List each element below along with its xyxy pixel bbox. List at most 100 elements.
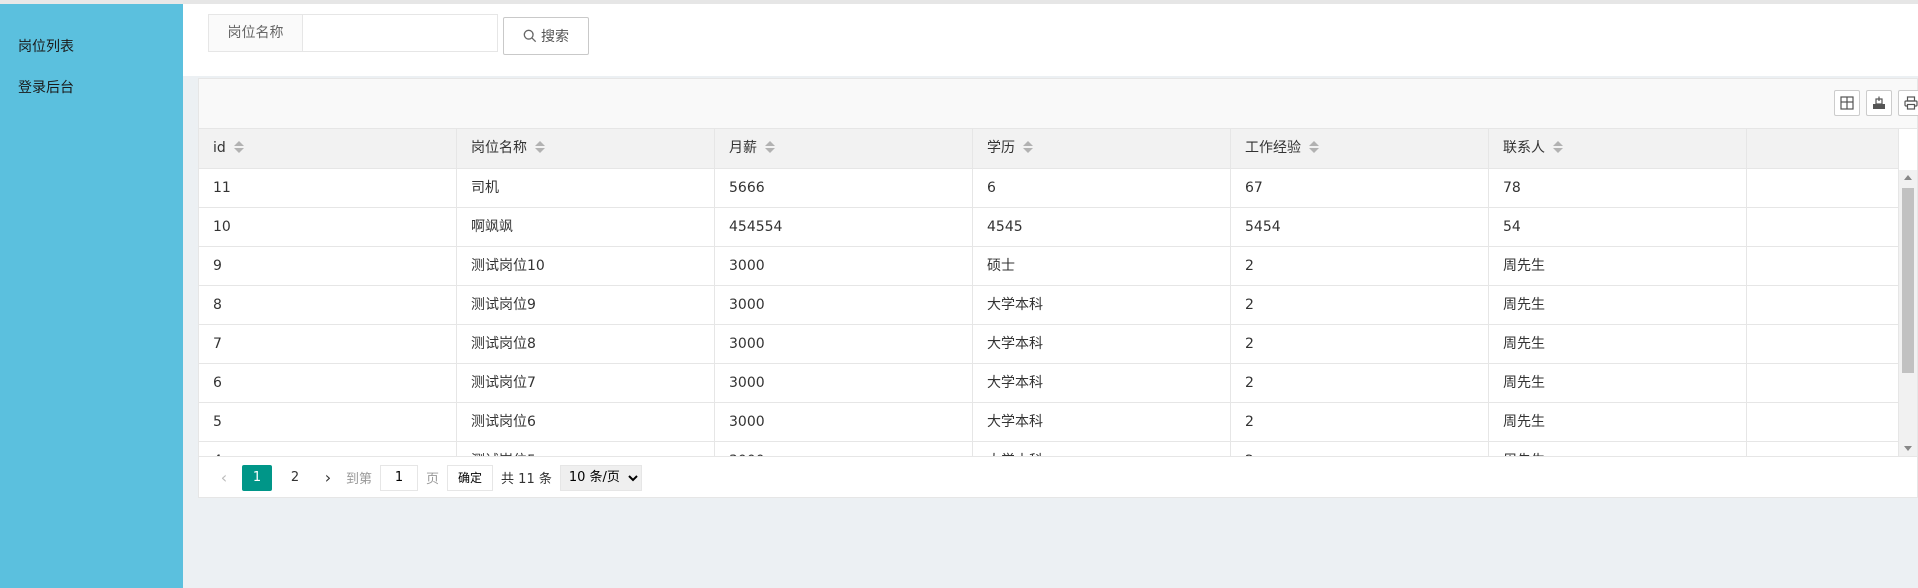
table-scrollbar[interactable] xyxy=(1899,170,1917,456)
page-button-1[interactable]: 1 xyxy=(242,464,272,491)
cell-empty xyxy=(1747,286,1899,324)
cell-experience: 2 xyxy=(1231,403,1489,441)
table-row[interactable]: 9 测试岗位10 3000 硕士 2 周先生 xyxy=(199,247,1899,286)
cell-job-name: 司机 xyxy=(457,169,715,207)
page-size-select[interactable]: 10 条/页 xyxy=(559,464,642,491)
table-toolbar xyxy=(199,79,1918,129)
cell-education: 大学本科 xyxy=(973,403,1231,441)
cell-salary: 5666 xyxy=(715,169,973,207)
table-row[interactable]: 4 测试岗位5 3000 大学本科 2 周先生 xyxy=(199,442,1899,456)
cell-contact: 周先生 xyxy=(1489,364,1747,402)
search-button[interactable]: 搜索 xyxy=(503,17,589,55)
export-icon xyxy=(1873,96,1885,109)
sort-icon[interactable] xyxy=(765,141,775,153)
goto-label: 到第 xyxy=(346,472,373,487)
goto-confirm-button[interactable]: 确定 xyxy=(447,464,494,491)
pagination: ‹ 1 2 › 到第 页 确定 共 11 条 10 条/页 xyxy=(199,456,1917,498)
cell-empty xyxy=(1747,169,1899,207)
cell-education: 大学本科 xyxy=(973,442,1231,456)
table-panel: id 岗位名称 月薪 学历 工作经验 联系人 11 司机 5666 6 67 7… xyxy=(198,78,1918,498)
cell-empty xyxy=(1747,325,1899,363)
column-header[interactable]: id xyxy=(199,129,457,168)
cell-job-name: 测试岗位9 xyxy=(457,286,715,324)
cell-id: 6 xyxy=(199,364,457,402)
cell-contact: 周先生 xyxy=(1489,403,1747,441)
cell-job-name: 测试岗位7 xyxy=(457,364,715,402)
page-button-2[interactable]: 2 xyxy=(280,465,310,491)
table-header: id 岗位名称 月薪 学历 工作经验 联系人 xyxy=(199,129,1899,169)
print-icon xyxy=(1904,96,1918,110)
cell-education: 大学本科 xyxy=(973,364,1231,402)
goto-page-input[interactable] xyxy=(380,464,419,491)
table-row[interactable]: 10 啊飒飒 454554 4545 5454 54 xyxy=(199,208,1899,247)
cell-job-name: 测试岗位10 xyxy=(457,247,715,285)
cell-education: 6 xyxy=(973,169,1231,207)
cell-contact: 周先生 xyxy=(1489,325,1747,363)
search-field: 岗位名称 xyxy=(208,14,498,52)
cell-contact: 54 xyxy=(1489,208,1747,246)
page-unit-label: 页 xyxy=(426,472,440,487)
cell-contact: 周先生 xyxy=(1489,247,1747,285)
columns-filter-button[interactable] xyxy=(1834,90,1860,116)
sidebar-item-job-list[interactable]: 岗位列表 xyxy=(0,27,183,68)
column-header[interactable]: 工作经验 xyxy=(1231,129,1489,168)
cell-salary: 3000 xyxy=(715,325,973,363)
cell-salary: 454554 xyxy=(715,208,973,246)
cell-experience: 5454 xyxy=(1231,208,1489,246)
sort-icon[interactable] xyxy=(1553,141,1563,153)
cell-id: 10 xyxy=(199,208,457,246)
cell-salary: 3000 xyxy=(715,247,973,285)
cell-empty xyxy=(1747,364,1899,402)
cell-experience: 2 xyxy=(1231,442,1489,456)
cell-contact: 周先生 xyxy=(1489,286,1747,324)
cell-id: 5 xyxy=(199,403,457,441)
export-button[interactable] xyxy=(1866,90,1892,116)
sort-icon[interactable] xyxy=(1023,141,1033,153)
sidebar-item-admin-login[interactable]: 登录后台 xyxy=(0,68,183,109)
cell-education: 大学本科 xyxy=(973,286,1231,324)
table-row[interactable]: 5 测试岗位6 3000 大学本科 2 周先生 xyxy=(199,403,1899,442)
table-row[interactable]: 7 测试岗位8 3000 大学本科 2 周先生 xyxy=(199,325,1899,364)
search-field-label: 岗位名称 xyxy=(209,15,303,51)
cell-salary: 3000 xyxy=(715,403,973,441)
cell-experience: 2 xyxy=(1231,364,1489,402)
cell-experience: 67 xyxy=(1231,169,1489,207)
scroll-up-icon[interactable] xyxy=(1904,175,1912,180)
columns-icon xyxy=(1840,96,1854,110)
cell-education: 硕士 xyxy=(973,247,1231,285)
sort-icon[interactable] xyxy=(233,141,244,153)
cell-job-name: 测试岗位6 xyxy=(457,403,715,441)
cell-experience: 2 xyxy=(1231,247,1489,285)
scroll-down-icon[interactable] xyxy=(1904,446,1912,451)
sort-icon[interactable] xyxy=(535,141,545,153)
print-button[interactable] xyxy=(1898,90,1918,116)
cell-salary: 3000 xyxy=(715,364,973,402)
cell-empty xyxy=(1747,403,1899,441)
next-page-icon[interactable]: › xyxy=(318,468,338,487)
cell-contact: 周先生 xyxy=(1489,442,1747,456)
cell-job-name: 测试岗位5 xyxy=(457,442,715,456)
cell-experience: 2 xyxy=(1231,286,1489,324)
search-bar: 岗位名称 搜索 xyxy=(183,4,1918,76)
cell-salary: 3000 xyxy=(715,286,973,324)
column-header[interactable]: 岗位名称 xyxy=(457,129,715,168)
scrollbar-thumb[interactable] xyxy=(1902,188,1914,373)
total-count: 共 11 条 xyxy=(501,472,552,487)
table-row[interactable]: 11 司机 5666 6 67 78 xyxy=(199,169,1899,208)
search-input[interactable] xyxy=(303,15,497,51)
column-header[interactable]: 学历 xyxy=(973,129,1231,168)
table-row[interactable]: 6 测试岗位7 3000 大学本科 2 周先生 xyxy=(199,364,1899,403)
cell-empty xyxy=(1747,247,1899,285)
column-header[interactable]: 月薪 xyxy=(715,129,973,168)
cell-salary: 3000 xyxy=(715,442,973,456)
cell-contact: 78 xyxy=(1489,169,1747,207)
cell-id: 11 xyxy=(199,169,457,207)
prev-page-icon[interactable]: ‹ xyxy=(214,468,234,487)
column-header[interactable]: 联系人 xyxy=(1489,129,1747,168)
cell-id: 4 xyxy=(199,442,457,456)
search-icon xyxy=(523,29,537,43)
cell-education: 4545 xyxy=(973,208,1231,246)
table-body: 11 司机 5666 6 67 78 10 啊飒飒 454554 4545 54… xyxy=(199,169,1899,456)
sort-icon[interactable] xyxy=(1309,141,1319,153)
table-row[interactable]: 8 测试岗位9 3000 大学本科 2 周先生 xyxy=(199,286,1899,325)
